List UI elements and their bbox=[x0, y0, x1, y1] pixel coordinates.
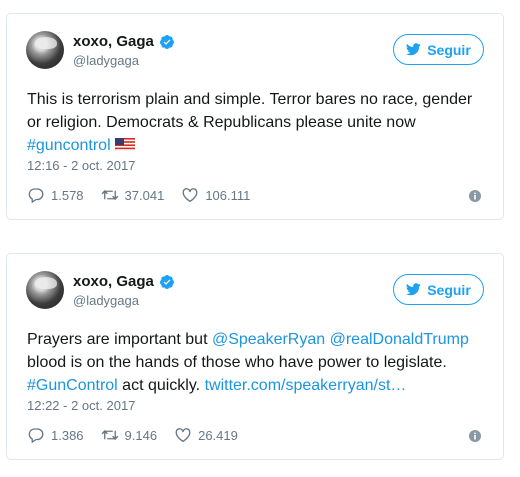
retweet-count: 9.146 bbox=[124, 427, 158, 443]
avatar[interactable] bbox=[26, 31, 64, 69]
retweet-button[interactable]: 37.041 bbox=[101, 186, 165, 204]
tweet-actions: 1.386 9.146 26.419 bbox=[27, 426, 255, 444]
tweet-body-after-hashtag: act quickly. bbox=[117, 377, 205, 394]
tweet-text: This is terrorism plain and simple. Terr… bbox=[27, 88, 487, 157]
display-name[interactable]: xoxo, Gaga bbox=[73, 33, 175, 50]
tweet-text: Prayers are important but @SpeakerRyan @… bbox=[27, 328, 487, 397]
follow-button[interactable]: Seguir bbox=[393, 274, 484, 305]
like-icon bbox=[182, 188, 198, 203]
like-icon bbox=[175, 428, 191, 443]
us-flag-emoji bbox=[114, 138, 135, 151]
info-icon[interactable] bbox=[469, 430, 481, 442]
user-handle[interactable]: @ladygaga bbox=[73, 53, 139, 68]
retweet-icon bbox=[101, 190, 118, 200]
tweet-card: xoxo, Gaga @ladygaga Seguir This is terr… bbox=[6, 13, 504, 220]
display-name-text: xoxo, Gaga bbox=[73, 33, 154, 50]
tweet-actions: 1.578 37.041 106.111 bbox=[27, 186, 267, 204]
url-link[interactable]: twitter.com/speakerryan/st… bbox=[205, 377, 407, 394]
mention-realdonaldtrump[interactable]: @realDonaldTrump bbox=[330, 331, 469, 348]
timestamp[interactable]: 12:16 - 2 oct. 2017 bbox=[27, 158, 135, 173]
hashtag-link[interactable]: #guncontrol bbox=[27, 137, 111, 154]
tweet-body: This is terrorism plain and simple. Terr… bbox=[27, 91, 473, 131]
tweet-body-start: Prayers are important but bbox=[27, 331, 212, 348]
retweet-button[interactable]: 9.146 bbox=[101, 426, 158, 444]
reply-button[interactable]: 1.578 bbox=[27, 186, 84, 204]
avatar[interactable] bbox=[26, 271, 64, 309]
retweet-count: 37.041 bbox=[124, 187, 165, 203]
hashtag-link[interactable]: #GunControl bbox=[27, 377, 118, 394]
reply-icon bbox=[28, 188, 44, 203]
retweet-icon bbox=[101, 430, 118, 440]
reply-count: 1.386 bbox=[51, 427, 84, 443]
follow-label: Seguir bbox=[427, 41, 471, 58]
twitter-bird-icon bbox=[406, 43, 421, 56]
display-name[interactable]: xoxo, Gaga bbox=[73, 273, 175, 290]
follow-button[interactable]: Seguir bbox=[393, 34, 484, 65]
reply-count: 1.578 bbox=[51, 187, 84, 203]
twitter-bird-icon bbox=[406, 283, 421, 296]
follow-label: Seguir bbox=[427, 281, 471, 298]
info-icon[interactable] bbox=[469, 190, 481, 202]
verified-icon bbox=[159, 34, 174, 49]
verified-icon bbox=[159, 274, 174, 289]
display-name-text: xoxo, Gaga bbox=[73, 273, 154, 290]
like-count: 106.111 bbox=[205, 187, 251, 203]
like-button[interactable]: 106.111 bbox=[181, 186, 250, 204]
mention-speakerryan[interactable]: @SpeakerRyan bbox=[212, 331, 325, 348]
reply-button[interactable]: 1.386 bbox=[27, 426, 84, 444]
tweet-card: xoxo, Gaga @ladygaga Seguir Prayers are … bbox=[6, 253, 504, 460]
like-button[interactable]: 26.419 bbox=[174, 426, 238, 444]
timestamp[interactable]: 12:22 - 2 oct. 2017 bbox=[27, 398, 135, 413]
like-count: 26.419 bbox=[198, 427, 238, 443]
tweet-body-mid: blood is on the hands of those who have … bbox=[27, 354, 447, 371]
user-handle[interactable]: @ladygaga bbox=[73, 293, 139, 308]
reply-icon bbox=[28, 428, 44, 443]
